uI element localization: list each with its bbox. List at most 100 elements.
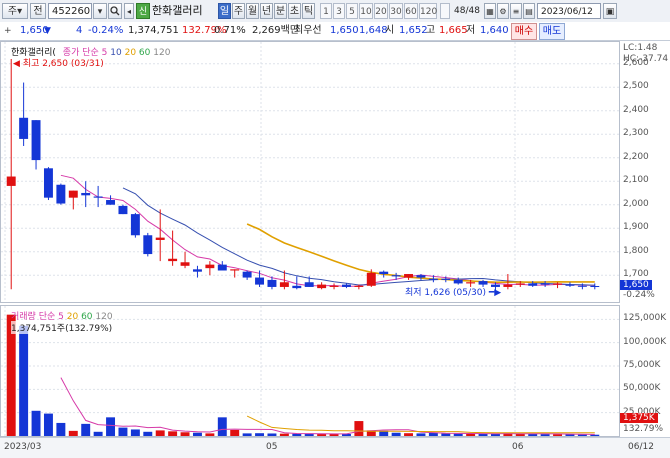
volume-axis: 125,000K 100,000K 75,000K 50,000K 25,000K 1,… bbox=[620, 305, 670, 437]
date-axis: 2023/03 05 06 06/12 bbox=[0, 437, 670, 458]
min-annotation-text: 최저 1,626 (05/30) bbox=[405, 288, 487, 298]
candle-body bbox=[404, 274, 414, 278]
candle-body bbox=[553, 283, 563, 285]
max-price-annotation: ◀ 최고 2,650 (03/31) bbox=[13, 56, 104, 69]
bid-price-2: 1,648 bbox=[359, 25, 388, 36]
price-ma-10: 10 bbox=[110, 48, 122, 58]
code-dropdown-icon[interactable]: ▾ bbox=[93, 3, 107, 19]
candle-body bbox=[93, 196, 103, 198]
price-tick-label: 2,600 bbox=[623, 57, 649, 68]
volume-bar bbox=[428, 433, 438, 436]
candle-body bbox=[205, 264, 215, 269]
volume-bar bbox=[68, 430, 78, 436]
period-day[interactable]: 일 bbox=[218, 3, 231, 19]
candle-body bbox=[6, 176, 16, 186]
volume-tick-label: 50,000K bbox=[623, 383, 661, 394]
settings-icon[interactable]: ⚙ bbox=[497, 3, 509, 19]
volume-bar bbox=[466, 433, 476, 436]
candle-body bbox=[466, 282, 476, 284]
price-tick-label: 2,000 bbox=[623, 198, 649, 209]
stock-name: 한화갤러리 bbox=[152, 4, 203, 17]
price-chart bbox=[1, 42, 619, 302]
candle-body bbox=[217, 264, 227, 271]
candle-body bbox=[180, 262, 190, 266]
sell-button[interactable]: 매도 bbox=[539, 23, 565, 40]
volume: 1,374,751 bbox=[128, 25, 179, 36]
volume-bar bbox=[590, 434, 600, 436]
volume-bar bbox=[81, 423, 91, 436]
price-pane[interactable]: 한화갤러리( 종가 단순 5 10 20 60 120 ◀ 최고 2,650 (… bbox=[0, 41, 620, 303]
candle-body bbox=[230, 269, 240, 271]
period-month[interactable]: 월 bbox=[246, 3, 259, 19]
period-second[interactable]: 초 bbox=[288, 3, 301, 19]
volume-bar bbox=[540, 434, 550, 436]
volume-annotation: 1,374,751주(132.79%) bbox=[11, 321, 113, 334]
stock-code-input[interactable]: 452260 bbox=[48, 3, 92, 19]
price-tick-label: 2,300 bbox=[623, 128, 649, 139]
interval-10[interactable]: 10 bbox=[359, 3, 373, 19]
candle-body bbox=[267, 279, 277, 287]
high-price: 1,665 bbox=[439, 25, 468, 36]
candle-body bbox=[56, 184, 66, 204]
grid-icon[interactable]: ▤ bbox=[523, 3, 535, 19]
interval-custom-input[interactable] bbox=[440, 3, 450, 19]
interval-30[interactable]: 30 bbox=[389, 3, 403, 19]
market-select[interactable]: 주▾ bbox=[2, 3, 28, 19]
period-minute[interactable]: 분 bbox=[274, 3, 287, 19]
high-label: 고 bbox=[426, 25, 436, 36]
buy-button[interactable]: 매수 bbox=[511, 23, 537, 40]
prev-arrow-icon[interactable]: ◂ bbox=[124, 3, 134, 19]
list-icon[interactable]: ≡ bbox=[510, 3, 522, 19]
candle-body bbox=[292, 285, 302, 289]
candle-body bbox=[106, 200, 116, 205]
interval-1[interactable]: 1 bbox=[320, 3, 332, 19]
interval-20[interactable]: 20 bbox=[374, 3, 388, 19]
search-icon[interactable] bbox=[108, 3, 122, 19]
market-label: 주 bbox=[7, 6, 18, 17]
price-tick-label: 2,500 bbox=[623, 81, 649, 92]
candle-body bbox=[416, 275, 426, 278]
volume-bar bbox=[404, 433, 414, 436]
volume-bar bbox=[155, 430, 165, 436]
interval-3[interactable]: 3 bbox=[333, 3, 345, 19]
volume-bar bbox=[93, 431, 103, 436]
price-tick-label: 1,800 bbox=[623, 245, 649, 256]
volume-bar bbox=[43, 413, 53, 436]
volume-tick-label: 75,000K bbox=[623, 360, 661, 370]
period-week[interactable]: 주 bbox=[232, 3, 245, 19]
candle-body bbox=[304, 282, 314, 287]
search-button[interactable]: 전 bbox=[30, 3, 46, 19]
candle-body bbox=[192, 269, 202, 272]
volume-bar bbox=[130, 429, 140, 436]
period-tick[interactable]: 틱 bbox=[302, 3, 315, 19]
stock-type: 최우선 bbox=[294, 25, 322, 36]
interval-120[interactable]: 120 bbox=[419, 3, 437, 19]
volume-bar bbox=[317, 434, 327, 436]
volume-pane[interactable]: 거래량 단순 5 20 60 120 1,374,751주(132.79%) bbox=[0, 305, 620, 437]
interval-5[interactable]: 5 bbox=[346, 3, 358, 19]
volume-bar bbox=[441, 433, 451, 436]
price-tick-label: 1,900 bbox=[623, 222, 649, 233]
trade-amount: 2,269백만 bbox=[252, 25, 300, 36]
date-input[interactable]: 2023/06/12 bbox=[537, 3, 601, 19]
chart-type-icon[interactable]: ▦ bbox=[484, 3, 496, 19]
max-annotation-text: 최고 2,650 (03/31) bbox=[22, 59, 104, 69]
volume-bar bbox=[143, 431, 153, 436]
volume-bar bbox=[553, 434, 563, 436]
price-tick-label: 2,100 bbox=[623, 175, 649, 186]
period-year[interactable]: 년 bbox=[260, 3, 273, 19]
candle-body bbox=[503, 284, 513, 287]
interval-60[interactable]: 60 bbox=[404, 3, 418, 19]
volume-tick-label: 100,000K bbox=[623, 336, 667, 347]
volume-bar bbox=[515, 433, 525, 436]
candle-body bbox=[515, 283, 525, 285]
volume-bar bbox=[304, 433, 314, 436]
volume-bar bbox=[416, 433, 426, 436]
volume-bar bbox=[267, 433, 277, 436]
volume-bar bbox=[31, 410, 41, 436]
current-pct-tag: -0.24% bbox=[623, 290, 655, 300]
plus-icon[interactable]: + bbox=[4, 24, 12, 38]
market-badge-icon: 신 bbox=[136, 3, 150, 19]
calendar-icon[interactable]: ▣ bbox=[603, 3, 617, 19]
chart-window: { "toolbar": { "market_label": "주", "mar… bbox=[0, 0, 670, 458]
